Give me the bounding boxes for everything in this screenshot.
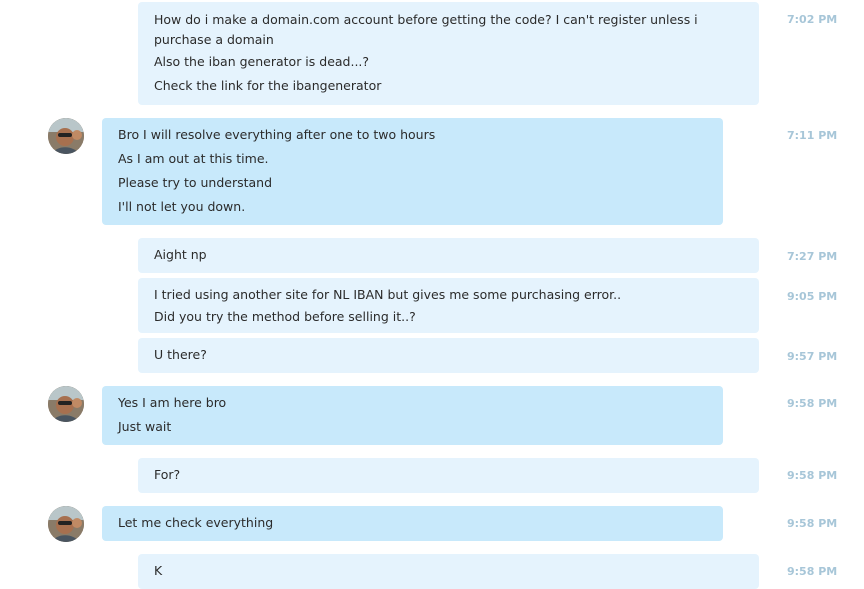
- outgoing-message[interactable]: How do i make a domain.com account befor…: [138, 2, 759, 105]
- message-timestamp: 7:27 PM: [787, 250, 838, 263]
- avatar-photo-icon: [48, 386, 84, 422]
- incoming-message[interactable]: Yes I am here bro Just wait: [102, 386, 723, 445]
- message-text: Yes I am here bro: [118, 395, 227, 410]
- message-text: Also the iban generator is dead...?: [154, 54, 370, 69]
- message-text: How do i make a domain.com account befor…: [154, 12, 698, 47]
- outgoing-message[interactable]: K: [138, 554, 759, 589]
- avatar-photo-icon: [48, 506, 84, 542]
- avatar-photo-icon: [48, 118, 84, 154]
- message-text: Just wait: [118, 419, 172, 434]
- outgoing-message[interactable]: Aight np: [138, 238, 759, 273]
- message-text: I tried using another site for NL IBAN b…: [154, 287, 622, 302]
- message-timestamp: 9:58 PM: [787, 517, 838, 530]
- message-timestamp: 9:05 PM: [787, 290, 838, 303]
- message-text: K: [154, 563, 163, 578]
- outgoing-message[interactable]: For?: [138, 458, 759, 493]
- message-timestamp: 9:58 PM: [787, 469, 838, 482]
- incoming-message[interactable]: Let me check everything: [102, 506, 723, 541]
- message-text: Check the link for the ibangenerator: [154, 78, 382, 93]
- message-text: Did you try the method before selling it…: [154, 309, 416, 324]
- message-text: Please try to understand: [118, 175, 273, 190]
- contact-avatar[interactable]: [48, 506, 84, 542]
- message-timestamp: 7:11 PM: [787, 129, 838, 142]
- message-text: I'll not let you down.: [118, 199, 246, 214]
- chat-history: How do i make a domain.com account befor…: [0, 0, 864, 589]
- message-text: Aight np: [154, 247, 207, 262]
- contact-avatar[interactable]: [48, 386, 84, 422]
- outgoing-message[interactable]: I tried using another site for NL IBAN b…: [138, 278, 759, 333]
- message-text: Bro I will resolve everything after one …: [118, 127, 436, 142]
- message-timestamp: 9:58 PM: [787, 397, 838, 410]
- message-timestamp: 9:58 PM: [787, 565, 838, 578]
- message-text: As I am out at this time.: [118, 151, 269, 166]
- message-timestamp: 7:02 PM: [787, 13, 838, 26]
- contact-avatar[interactable]: [48, 118, 84, 154]
- message-text: For?: [154, 467, 181, 482]
- message-text: Let me check everything: [118, 515, 274, 530]
- incoming-message[interactable]: Bro I will resolve everything after one …: [102, 118, 723, 225]
- message-timestamp: 9:57 PM: [787, 350, 838, 363]
- outgoing-message[interactable]: U there?: [138, 338, 759, 373]
- message-text: U there?: [154, 347, 207, 362]
